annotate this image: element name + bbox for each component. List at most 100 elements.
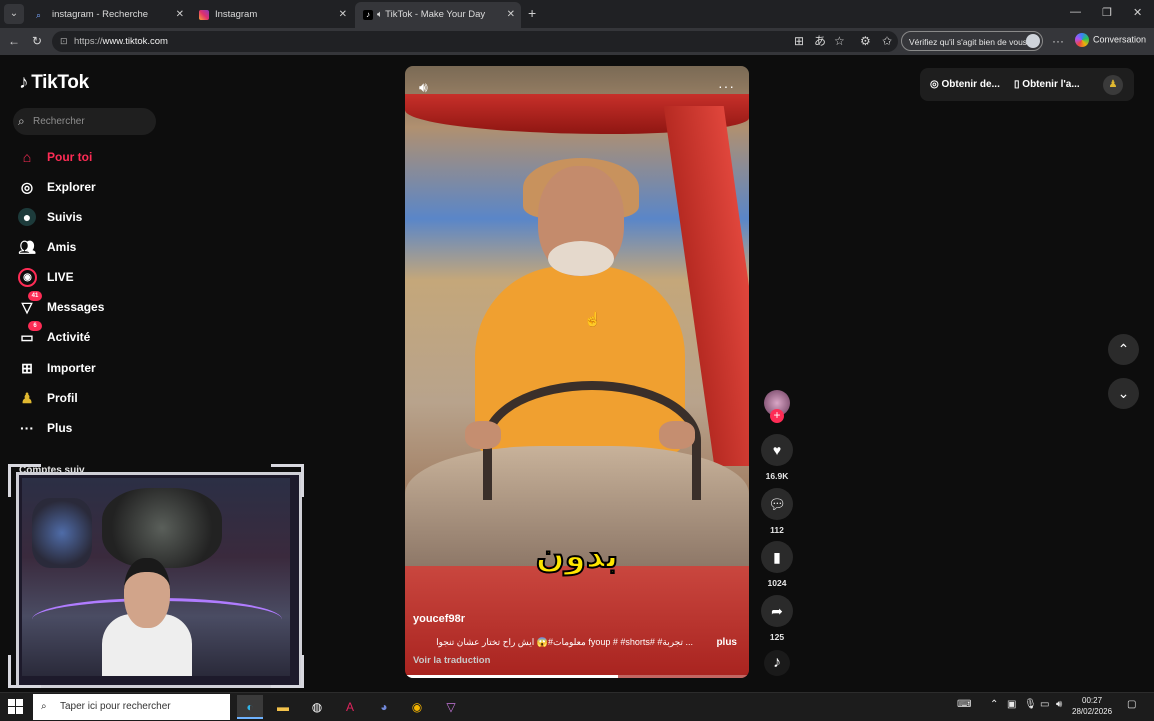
speaker-icon[interactable]: 🔈︎ (377, 9, 383, 20)
copilot-conversation-button[interactable]: Conversation (1075, 33, 1146, 47)
video-description: ... تجربة# #fyoup # #shorts معلومات#😱 اي… (436, 637, 693, 647)
search-icon: ⌕ (41, 701, 47, 712)
extensions-icon[interactable]: ⚙ (860, 31, 871, 52)
tab-instagram[interactable]: Instagram ✕ (191, 2, 353, 28)
start-button[interactable] (8, 699, 24, 715)
favorite-star-icon[interactable]: ☆ (834, 31, 845, 52)
get-app-button[interactable]: ▯ Obtenir l'a... (1014, 68, 1080, 101)
sidebar-item-plus[interactable]: ··· Plus (18, 417, 198, 439)
microphone-icon[interactable]: 🎙︎ (1024, 699, 1037, 710)
edge-app-icon[interactable]: ◐ (237, 695, 263, 719)
profile-verify-button[interactable]: Vérifiez qu'il s'agit bien de vous (901, 31, 1043, 51)
close-icon[interactable]: ✕ (176, 2, 184, 28)
sidebar-item-explorer[interactable]: ◎ Explorer (18, 176, 198, 198)
new-tab-button[interactable]: + (528, 5, 536, 21)
music-disc-icon[interactable]: ♪ (764, 650, 790, 676)
browser-nav-bar: ← ↻ ⊡ https://www.tiktok.com ⊞ あ ☆ ⚙ ✩ V… (0, 28, 1154, 55)
device-icon[interactable]: ▣ (1007, 699, 1016, 710)
share-button[interactable]: ➦ 125 (761, 595, 793, 642)
minimize-button[interactable]: — (1070, 6, 1081, 18)
close-icon[interactable]: ✕ (339, 2, 347, 28)
avatar (1026, 34, 1040, 48)
back-icon[interactable]: ← (8, 34, 20, 48)
sidebar-item-pour-toi[interactable]: ⌂ Pour toi (18, 146, 198, 168)
refresh-icon[interactable]: ↻ (32, 34, 42, 48)
sidebar-item-activite[interactable]: ▭ 6 Activité (18, 321, 198, 348)
more-options-icon[interactable]: ··· (1052, 34, 1064, 48)
obs-app-icon[interactable]: ◍ (304, 695, 330, 719)
tiktok-logo[interactable]: ♪ TikTok (19, 72, 89, 94)
tab-tiktok[interactable]: ♪ 🔈︎ TikTok - Make Your Day ✕ (355, 2, 521, 28)
translate-icon[interactable]: あ (814, 31, 826, 52)
friends-icon: 👥︎ (18, 239, 36, 255)
sidebar-item-live[interactable]: ◉ LIVE (18, 266, 198, 288)
address-bar[interactable]: ⊡ https://www.tiktok.com ⊞ あ ☆ ⚙ ✩ (52, 31, 898, 52)
phone-icon: ▯ (1014, 79, 1020, 90)
taskbar-clock[interactable]: 00:27 28/02/2026 (1072, 695, 1112, 717)
video-author[interactable]: youcef98r (413, 613, 465, 625)
description-more-button[interactable]: plus (716, 637, 737, 648)
sidebar-item-label: Explorer (47, 180, 96, 194)
follow-button[interactable]: + (770, 409, 784, 423)
sidebar-item-label: LIVE (47, 270, 74, 284)
app-a-icon[interactable]: A (337, 695, 363, 719)
chrome-icon[interactable]: ◉ (404, 695, 430, 719)
video-player[interactable]: بدون 🔊︎ ··· youcef98r ... تجربة# #fyoup … (405, 66, 749, 678)
file-explorer-icon[interactable]: ▬ (270, 695, 296, 719)
tiktok-icon: ♪ (19, 72, 29, 93)
close-icon[interactable]: ✕ (507, 2, 515, 28)
previous-video-button[interactable]: ⌃ (1108, 334, 1139, 365)
tiktok-icon: ♪ (363, 10, 373, 20)
sidebar-item-label: Pour toi (47, 150, 93, 164)
chevron-up-icon: ⌃ (1117, 341, 1130, 357)
tiktok-page: ♪ TikTok ⌕ Rechercher ⌂ Pour toi ◎ Explor… (0, 55, 1154, 692)
next-video-button[interactable]: ⌄ (1108, 378, 1139, 409)
volume-icon[interactable]: 🔊︎ (1056, 699, 1062, 710)
restore-button[interactable]: ❐ (1102, 6, 1112, 19)
search-input[interactable]: ⌕ Rechercher (13, 108, 156, 135)
windows-taskbar: ⌕ Taper ici pour rechercher ◐ ▬ ◍ A ◕ ◉ … (0, 692, 1154, 721)
more-options-icon[interactable]: ··· (718, 78, 735, 94)
close-window-button[interactable]: ✕ (1133, 6, 1142, 19)
copilot-icon (1075, 33, 1089, 47)
comment-icon: 💬︎ (761, 488, 793, 520)
comment-button[interactable]: 💬︎ 112 (761, 488, 793, 535)
sidebar-item-importer[interactable]: ⊞ Importer (18, 357, 198, 379)
sidebar-item-suivis[interactable]: ● Suivis (18, 206, 198, 228)
video-caption-overlay: بدون (535, 535, 620, 577)
clock-date: 28/02/2026 (1072, 707, 1113, 716)
mouse-cursor: ☝ (584, 311, 602, 327)
volume-icon[interactable]: 🔊︎ (419, 79, 428, 96)
see-translation-link[interactable]: Voir la traduction (413, 655, 490, 666)
webcam-overlay (8, 458, 304, 688)
share-icon: ➦ (761, 595, 793, 627)
video-progress-bar[interactable] (405, 675, 749, 678)
save-button[interactable]: ▮ 1024 (761, 541, 793, 588)
tray-chevron-up-icon[interactable]: ⌃ (990, 699, 998, 710)
sidebar-item-profil[interactable]: ♟ Profil (18, 387, 198, 409)
discord-icon[interactable]: ◕ (371, 695, 397, 719)
tab-actions-button[interactable]: ⌄ (4, 4, 24, 24)
like-button[interactable]: ♥ 16.9K (761, 434, 793, 481)
get-coins-button[interactable]: ◎ Obtenir de... (930, 68, 1000, 101)
bookmark-icon: ▮ (761, 541, 793, 573)
keyboard-icon[interactable]: ⌨ (957, 699, 971, 710)
activity-badge: 6 (28, 321, 42, 331)
clock-time: 00:27 (1082, 696, 1103, 705)
sidebar-item-messages[interactable]: ▽ 41 Messages (18, 291, 198, 318)
app-available-icon[interactable]: ⊞ (794, 31, 804, 52)
network-icon[interactable]: ▭ (1040, 699, 1049, 710)
tab-instagram-search[interactable]: ⌕ instagram - Recherche ✕ (28, 2, 190, 28)
profile-avatar[interactable]: ♟ (1103, 75, 1123, 95)
app-v-icon[interactable]: ▽ (438, 695, 464, 719)
instagram-icon (199, 10, 209, 20)
sidebar-item-amis[interactable]: 👥︎ Amis (18, 236, 198, 258)
coin-icon: ◎ (930, 79, 939, 90)
taskbar-search-input[interactable]: ⌕ Taper ici pour rechercher (33, 694, 230, 720)
notification-icon[interactable]: ▢ (1127, 699, 1136, 710)
profile-icon: ♟ (20, 390, 34, 406)
url-prefix: https:// (74, 36, 103, 47)
favorites-icon[interactable]: ✩ (882, 31, 892, 52)
get-app-label: Obtenir l'a... (1022, 79, 1080, 90)
conversation-label: Conversation (1093, 34, 1147, 45)
